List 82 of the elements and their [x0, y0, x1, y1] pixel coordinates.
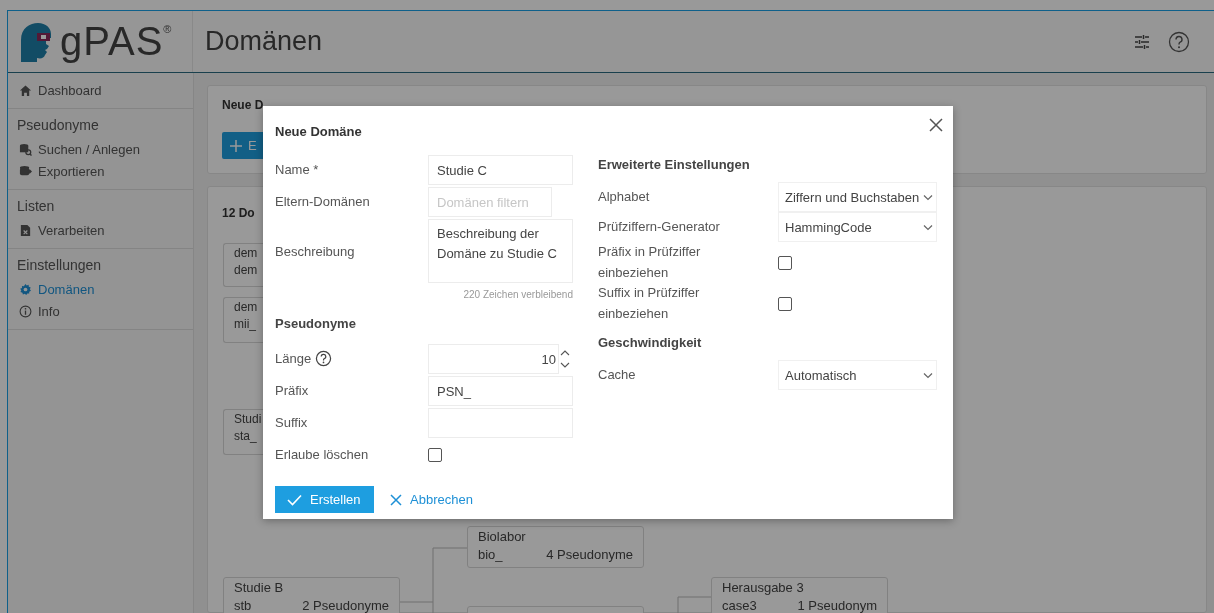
check-icon [287, 493, 302, 506]
field-label: Präfix [275, 381, 310, 400]
filter-field[interactable]: Domänen filtern [428, 187, 552, 217]
sidebar-heading: Pseudonyme [17, 117, 100, 133]
chevron-down-icon [923, 193, 933, 201]
field-label: Eltern-Domänen [275, 192, 371, 211]
settings-icon[interactable] [1134, 33, 1150, 50]
chevron-down-icon [923, 223, 933, 231]
field-label: Prüfziffern-Generator [598, 217, 721, 236]
section-heading: Geschwindigkeit [598, 334, 703, 350]
dropdown[interactable]: Ziffern und Buchstaben [778, 182, 937, 212]
checkbox[interactable] [778, 296, 792, 311]
checkbox[interactable] [778, 255, 792, 270]
spreadsheet-file-icon [19, 223, 32, 237]
registered-mark: ® [163, 23, 172, 35]
gear-icon [19, 282, 32, 296]
domain-prefix: bio_ [478, 546, 503, 564]
text-field[interactable]: PSN_ [428, 376, 573, 406]
field-label: Alphabet [598, 187, 651, 206]
domain-name: Studi [234, 412, 263, 428]
domain-node[interactable]: dem mii_ [223, 297, 264, 343]
close-icon [390, 493, 402, 506]
logo-text: gPAS [60, 19, 164, 64]
pseudonym-count: 1 Pseudonym [797, 597, 877, 613]
close-icon[interactable] [929, 118, 943, 132]
dropdown[interactable]: Automatisch [778, 360, 937, 390]
domain-name: dem [234, 300, 259, 316]
spinner-icon[interactable] [559, 348, 571, 370]
domain-prefix: dem [234, 262, 258, 279]
database-export-icon [19, 164, 32, 178]
dropdown[interactable]: HammingCode [778, 212, 937, 242]
domain-node[interactable]: Studie B stb 2 Pseudonyme [223, 577, 400, 613]
card-heading: Neue D [222, 98, 264, 112]
sidebar-item[interactable]: Suchen / Anlegen [17, 138, 193, 160]
domain-name: Studie B [234, 580, 285, 597]
number-field[interactable]: 10 [428, 344, 559, 374]
create-button[interactable]: Erstellen [275, 486, 374, 513]
domain-node[interactable]: Studi sta_ [223, 409, 264, 455]
card-heading: 12 Do [222, 206, 255, 220]
info-icon [19, 304, 32, 318]
domain-prefix: sta_ [234, 428, 257, 445]
help-icon[interactable] [1168, 30, 1190, 53]
character-counter: 220 Zeichen verbleibend [462, 289, 573, 300]
pseudonym-count: 2 Pseudonyme [302, 597, 389, 613]
sidebar-item[interactable]: Verarbeiten [17, 219, 193, 241]
section-heading: Erweiterte Einstellungen [598, 156, 751, 172]
sidebar-heading: Listen [17, 198, 56, 214]
domain-prefix: stb [234, 597, 252, 613]
description-field[interactable]: Beschreibung der Domäne zu Studie C [428, 219, 573, 283]
section-heading: Pseudonyme [275, 315, 357, 331]
pseudonym-count: 4 Pseudonyme [546, 546, 633, 564]
field-label: Erlaube löschen [275, 445, 370, 464]
sidebar-item[interactable]: Info [17, 300, 193, 322]
domain-name: Biolabor [478, 529, 527, 546]
domain-prefix: case3 [722, 597, 757, 613]
home-icon [19, 83, 32, 97]
cancel-link[interactable]: Abbrechen [390, 492, 473, 507]
field-label: Präfix in Prüfziffer einbeziehen [598, 243, 702, 282]
database-search-icon [19, 142, 32, 156]
field-label: Name * [275, 160, 320, 179]
dialog-title: Neue Domäne [275, 124, 363, 139]
domain-node[interactable]: dem dem [223, 243, 264, 287]
domain-name: Herausgabe 3 [722, 580, 805, 597]
chevron-down-icon [923, 371, 933, 379]
domain-prefix: mii_ [234, 316, 256, 333]
sidebar-heading: Einstellungen [17, 257, 103, 273]
field-label: Cache [598, 365, 637, 384]
field-label: Suffix in Prüfziffer einbeziehen [598, 284, 701, 323]
sidebar-item[interactable]: Dashboard [17, 79, 193, 101]
field-label: Suffix [275, 413, 309, 432]
plus-icon [230, 139, 242, 152]
logo-icon [18, 21, 52, 62]
domain-node[interactable]: Herausgabe 3 case3 1 Pseudonym [711, 577, 888, 613]
field-label: Länge [275, 349, 312, 368]
checkbox[interactable] [428, 448, 442, 462]
text-field[interactable]: Studie C [428, 155, 573, 185]
domain-name: dem [234, 246, 259, 262]
domain-node[interactable]: Biolabor bio_ 4 Pseudonyme [467, 526, 644, 568]
help-icon[interactable] [315, 350, 333, 368]
sidebar-item[interactable]: Exportieren [17, 160, 193, 182]
page-title: Domänen [204, 26, 324, 57]
field-label: Beschreibung [275, 243, 356, 261]
